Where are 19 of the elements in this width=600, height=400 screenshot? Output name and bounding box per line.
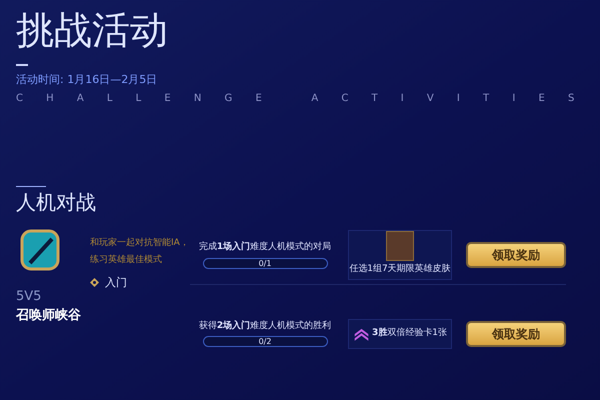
activity-date: 活动时间: 1月16日—2月5日 <box>16 72 158 88</box>
difficulty-label: 入门 <box>105 274 127 290</box>
mode-name: 召唤师峡谷 <box>16 307 81 325</box>
skin-photo-placeholder <box>386 231 414 260</box>
reward-text: 3胜双倍经验卡1张 <box>372 326 447 340</box>
mode-type: 5V5 <box>16 288 42 306</box>
page-title: 挑战活动 <box>16 7 168 54</box>
diamond-icon <box>90 278 99 288</box>
claim-reward-button[interactable]: 领取奖励 <box>466 320 566 346</box>
mode-description: 和玩家一起对抗智能IA，练习英雄最佳模式 <box>90 236 190 266</box>
reward-text: 任选1组7天期限英雄皮肤 <box>349 262 451 276</box>
progress-text: 0/2 <box>258 337 272 346</box>
mode-icon <box>18 226 62 272</box>
task-description: 完成1场入门难度人机模式的对局 <box>198 241 332 254</box>
claim-reward-button[interactable]: 领取奖励 <box>466 242 566 268</box>
section-title: 人机对战 <box>16 188 96 216</box>
task-description: 获得2场入门难度人机模式的胜利 <box>198 320 332 333</box>
subtitle: C H A L L E N G E A C T I V I T I E S <box>16 92 584 106</box>
progress-text: 0/1 <box>258 258 272 268</box>
